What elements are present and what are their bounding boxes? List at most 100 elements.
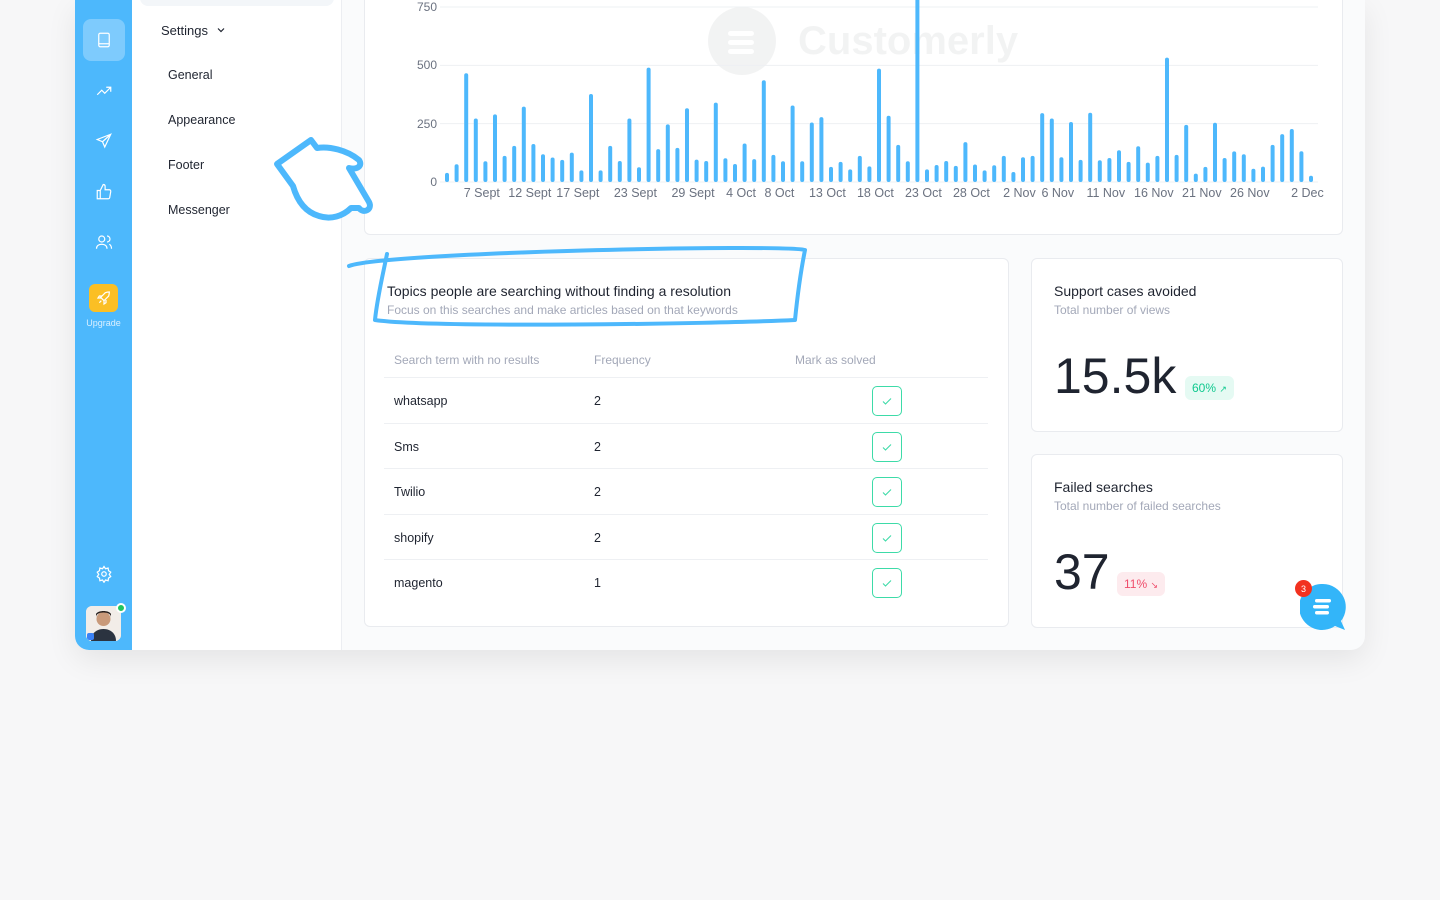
bar[interactable] [896,144,901,182]
bar[interactable] [1222,157,1227,182]
bar[interactable] [1241,154,1246,182]
bar[interactable] [483,161,488,182]
bar[interactable] [1040,113,1045,182]
mark-solved-checkbox[interactable] [872,386,902,416]
bar[interactable] [1097,160,1102,182]
bar[interactable] [1011,171,1016,182]
bar[interactable] [1145,162,1150,182]
bar[interactable] [733,164,737,182]
chat-widget-button[interactable]: 3 [1295,580,1347,631]
bar[interactable] [1174,154,1179,182]
bar[interactable] [982,170,987,182]
bar[interactable] [752,159,757,182]
bar[interactable] [1165,57,1169,183]
bar[interactable] [617,161,622,182]
bar[interactable] [723,158,728,182]
bar[interactable] [569,152,574,182]
bar[interactable] [541,154,545,182]
bar[interactable] [473,118,478,182]
bar[interactable] [502,155,507,182]
mark-solved-checkbox[interactable] [872,522,902,553]
bar[interactable] [963,142,968,182]
bar[interactable] [1030,155,1035,182]
bar[interactable] [829,166,833,182]
bar[interactable] [934,164,939,182]
bar[interactable] [521,106,526,182]
bar[interactable] [1203,166,1208,182]
bar[interactable] [1261,166,1265,182]
bar[interactable] [790,105,795,182]
bar[interactable] [598,170,603,182]
bar[interactable] [838,161,843,182]
bar[interactable] [1136,146,1141,182]
bar[interactable] [627,118,632,182]
bar[interactable] [1078,159,1083,182]
mark-solved-checkbox[interactable] [872,568,902,598]
bar[interactable] [1232,151,1237,182]
bar[interactable] [800,161,805,182]
bar[interactable] [761,80,766,182]
mark-solved-checkbox[interactable] [872,431,902,462]
bar[interactable] [1088,112,1093,182]
bar[interactable] [944,161,949,182]
avatar[interactable] [86,606,121,641]
bar[interactable] [560,159,565,182]
bar[interactable] [1280,134,1285,182]
bar[interactable] [589,94,593,182]
bar[interactable] [1126,161,1131,182]
bar[interactable] [973,164,977,183]
bar[interactable] [646,67,651,182]
bar[interactable] [1309,175,1313,182]
bar[interactable] [656,149,661,182]
bar[interactable] [1021,157,1025,182]
bar[interactable] [877,68,881,182]
bar[interactable] [1193,173,1198,182]
bar[interactable] [771,154,776,182]
bar[interactable] [531,143,536,182]
bar[interactable] [550,157,555,183]
bar[interactable] [953,165,958,182]
bar[interactable] [742,143,747,183]
bar[interactable] [464,73,469,182]
bar[interactable] [493,114,497,182]
bar[interactable] [1155,155,1160,182]
bar[interactable] [713,102,718,182]
bar[interactable] [781,161,785,182]
bar[interactable] [1107,157,1112,182]
bar[interactable] [1251,168,1256,182]
bar[interactable] [1001,155,1006,182]
bar[interactable] [1059,157,1064,182]
bar[interactable] [925,169,929,182]
bar[interactable] [915,0,920,182]
upgrade-button[interactable] [89,284,118,312]
bar[interactable] [857,155,862,182]
bar[interactable] [867,166,872,182]
bar[interactable] [848,169,853,182]
settings-button[interactable] [83,553,125,595]
bar[interactable] [809,122,814,183]
bar[interactable] [1289,129,1294,182]
bar[interactable] [1117,150,1121,182]
bar[interactable] [1049,118,1054,182]
mark-solved-checkbox[interactable] [872,477,902,507]
bar[interactable] [579,170,584,182]
bar[interactable] [905,161,910,182]
bar[interactable] [445,172,449,182]
bar[interactable] [1069,122,1073,182]
bar[interactable] [512,145,517,182]
bar[interactable] [1299,151,1304,182]
bar[interactable] [1184,124,1189,182]
bar[interactable] [637,167,641,182]
bar[interactable] [608,145,613,182]
bar[interactable] [675,147,680,182]
bar[interactable] [704,161,709,182]
bar[interactable] [1270,144,1275,182]
bar[interactable] [1213,122,1217,182]
bar[interactable] [454,164,459,182]
bar[interactable] [992,165,997,182]
bar[interactable] [819,117,824,182]
bar[interactable] [665,124,670,182]
bar[interactable] [685,108,689,182]
bar[interactable] [694,159,699,182]
bar[interactable] [886,115,891,182]
